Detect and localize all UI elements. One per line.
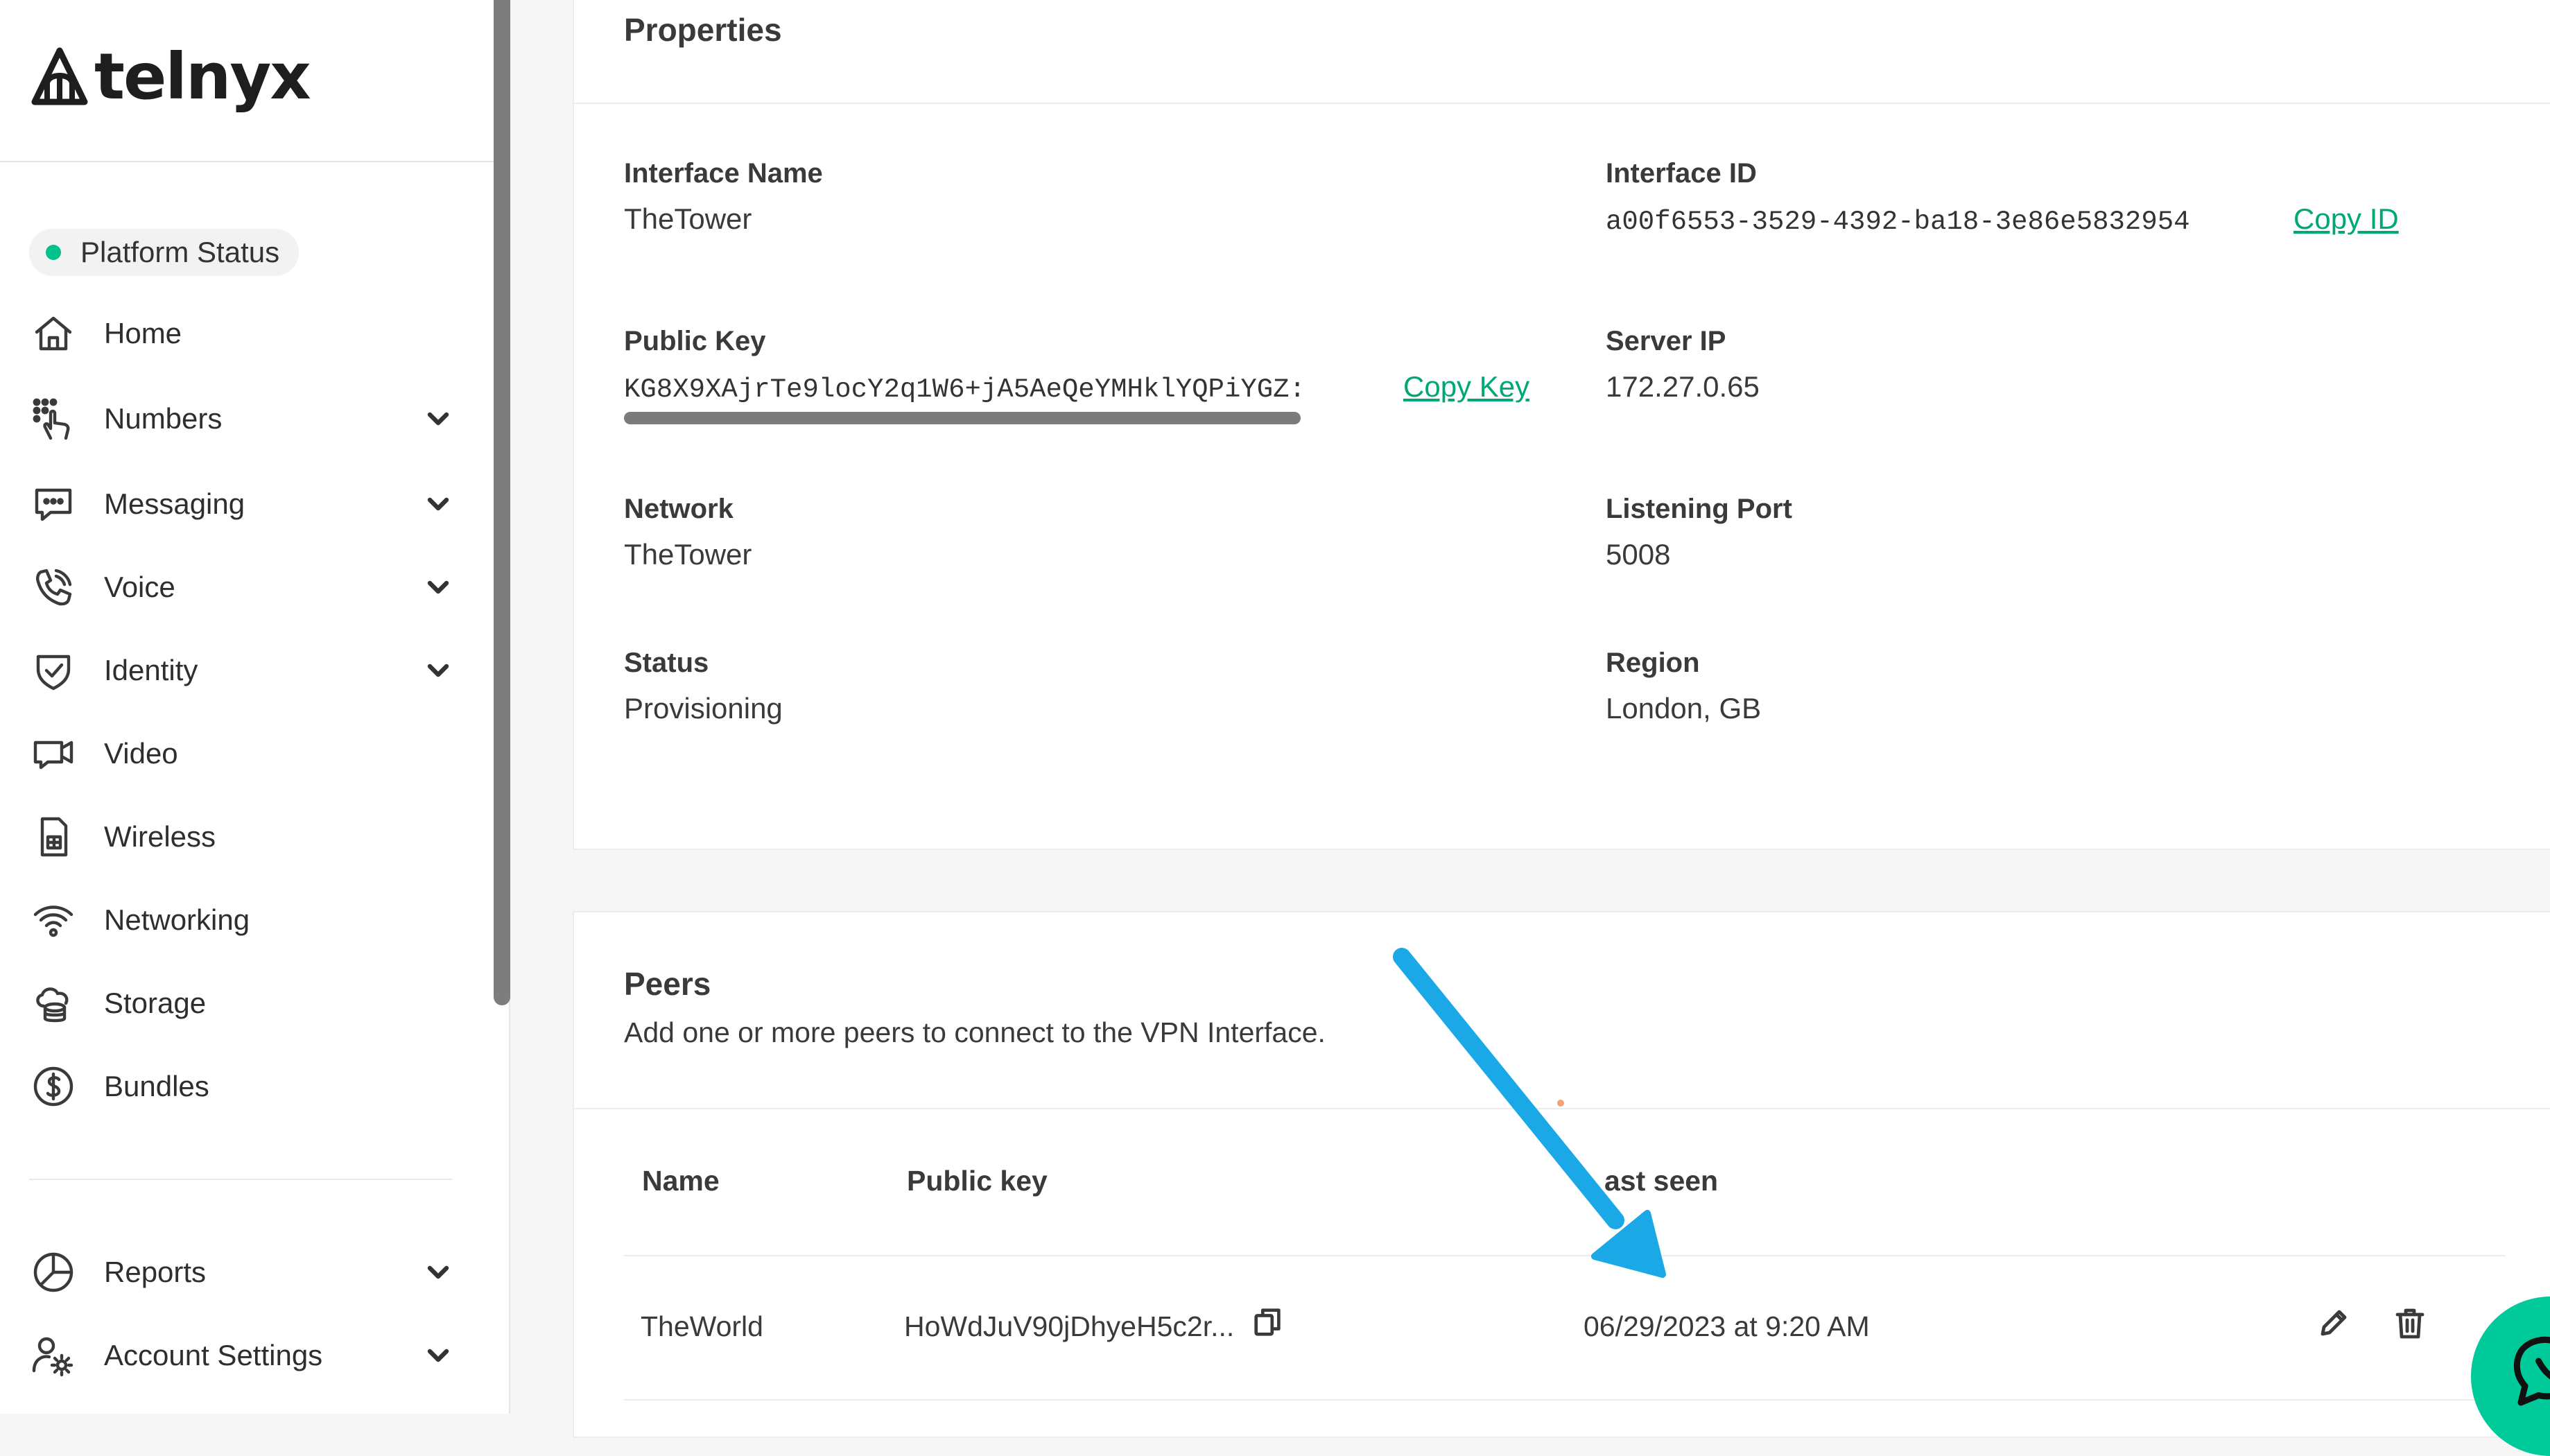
sidebar-item-bundles[interactable]: Bundles — [29, 1055, 452, 1118]
sidebar-divider — [29, 1179, 452, 1180]
chevron-down-icon[interactable] — [424, 1342, 452, 1369]
copy-key-link[interactable]: Copy Key — [1403, 370, 1529, 404]
peer-public-key: HoWdJuV90jDhyeH5c2r... — [904, 1310, 1235, 1342]
sidebar-item-wireless[interactable]: Wireless — [29, 806, 452, 868]
chevron-down-icon[interactable] — [424, 657, 452, 684]
table-divider — [624, 1399, 2506, 1401]
peer-last-seen: 06/29/2023 at 9:20 AM — [1584, 1310, 1870, 1342]
properties-card: Properties Interface Name TheTower Inter… — [573, 0, 2550, 850]
sidebar-item-numbers[interactable]: Numbers — [29, 388, 452, 450]
chevron-down-icon[interactable] — [424, 490, 452, 518]
sidebar-item-reports[interactable]: Reports — [29, 1241, 452, 1303]
shield-check-icon — [29, 646, 78, 695]
sidebar-item-label: Video — [104, 737, 178, 770]
logo-wordmark: telnyx — [94, 39, 311, 114]
sidebar-item-label: Networking — [104, 903, 250, 936]
listening-port-value: 5008 — [1606, 538, 1671, 571]
interface-name-label: Interface Name — [624, 158, 823, 189]
copy-id-link[interactable]: Copy ID — [2293, 202, 2399, 236]
chevron-down-icon[interactable] — [424, 573, 452, 601]
column-header-last-seen[interactable]: ast seen — [1604, 1165, 1718, 1197]
home-icon — [29, 309, 78, 358]
status-dot-icon — [46, 245, 61, 260]
trash-icon[interactable] — [2392, 1305, 2428, 1344]
dollar-circle-icon — [29, 1062, 78, 1111]
telnyx-logo-icon — [31, 47, 88, 105]
copy-icon[interactable] — [1251, 1305, 1285, 1343]
peers-subtitle: Add one or more peers to connect to the … — [624, 1016, 1326, 1048]
status-value: Provisioning — [624, 692, 783, 725]
region-label: Region — [1606, 648, 1700, 678]
public-key-label: Public Key — [624, 326, 766, 356]
cloud-storage-icon — [29, 979, 78, 1028]
wifi-icon — [29, 896, 78, 944]
chat-icon — [2513, 1336, 2550, 1406]
sidebar-divider — [0, 161, 494, 162]
sidebar-item-label: Storage — [104, 987, 207, 1019]
sidebar-item-label: Bundles — [104, 1070, 209, 1102]
properties-title: Properties — [624, 12, 782, 48]
interface-id-label: Interface ID — [1606, 158, 1757, 189]
dialpad-icon — [29, 395, 78, 443]
user-gear-icon — [29, 1331, 78, 1380]
interface-name-value: TheTower — [624, 202, 752, 235]
card-divider — [574, 103, 2550, 104]
table-divider — [624, 1255, 2506, 1256]
sidebar-item-identity[interactable]: Identity — [29, 639, 452, 702]
sidebar-item-voice[interactable]: Voice — [29, 556, 452, 618]
platform-status-button[interactable]: Platform Status — [29, 229, 300, 276]
sidebar-item-label: Wireless — [104, 820, 216, 853]
telnyx-logo[interactable]: telnyx — [29, 38, 311, 114]
peers-card: Peers Add one or more peers to connect t… — [573, 911, 2550, 1438]
server-ip-value: 172.27.0.65 — [1606, 370, 1760, 403]
peer-name: TheWorld — [641, 1310, 763, 1342]
status-label: Status — [624, 648, 709, 678]
public-key-value: KG8X9XAjrTe9locY2q1W6+jA5AeQeYMHklYQPiYG… — [624, 374, 1306, 405]
sidebar-item-video[interactable]: Video — [29, 722, 452, 785]
sidebar-item-label: Account Settings — [104, 1339, 323, 1371]
card-divider — [574, 1108, 2550, 1109]
column-header-public-key[interactable]: Public key — [907, 1165, 1048, 1197]
platform-status-label: Platform Status — [80, 236, 280, 268]
sidebar-scrollbar[interactable] — [494, 0, 510, 1005]
server-ip-label: Server IP — [1606, 326, 1726, 356]
sidebar-item-label: Numbers — [104, 402, 223, 435]
listening-port-label: Listening Port — [1606, 494, 1792, 524]
network-value: TheTower — [624, 538, 752, 571]
sidebar-item-label: Home — [104, 317, 182, 349]
edit-pencil-icon[interactable] — [2316, 1305, 2352, 1344]
decorative-dot — [1557, 1100, 1564, 1107]
sidebar-item-label: Voice — [104, 571, 175, 603]
column-header-name[interactable]: Name — [642, 1165, 720, 1197]
chevron-down-icon[interactable] — [424, 405, 452, 433]
network-label: Network — [624, 494, 734, 524]
pie-chart-icon — [29, 1248, 78, 1297]
sidebar-item-networking[interactable]: Networking — [29, 889, 452, 951]
public-key-scrollbar[interactable] — [624, 412, 1301, 424]
interface-id-value: a00f6553-3529-4392-ba18-3e86e5832954 — [1606, 207, 2190, 237]
sidebar-item-label: Messaging — [104, 487, 245, 520]
sidebar-item-label: Reports — [104, 1256, 207, 1288]
sidebar-item-home[interactable]: Home — [29, 302, 452, 365]
region-value: London, GB — [1606, 692, 1762, 725]
chevron-down-icon[interactable] — [424, 1258, 452, 1286]
message-icon — [29, 480, 78, 528]
sidebar-item-messaging[interactable]: Messaging — [29, 473, 452, 535]
video-icon — [29, 729, 78, 778]
phone-icon — [29, 563, 78, 612]
sidebar-item-label: Identity — [104, 654, 198, 686]
sidebar-item-storage[interactable]: Storage — [29, 972, 452, 1034]
peers-title: Peers — [624, 966, 711, 1002]
sidebar: telnyx Platform Status Home Numbers Mess… — [0, 0, 510, 1414]
sim-card-icon — [29, 813, 78, 861]
sidebar-item-account-settings[interactable]: Account Settings — [29, 1324, 452, 1387]
